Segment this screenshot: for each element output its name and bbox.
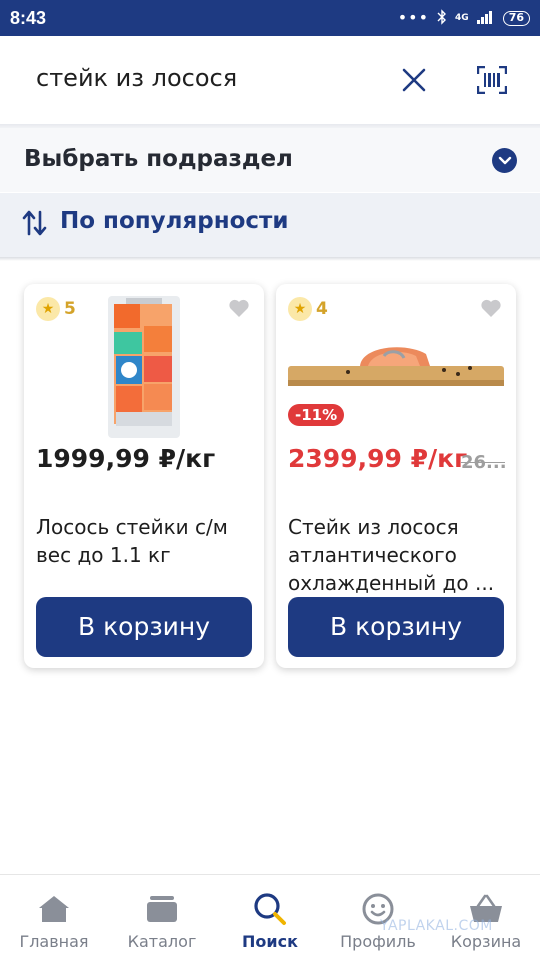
bottom-navigation: Главная Каталог Поиск Профиль Корзина (0, 874, 540, 960)
price: 1999,99 ₽/кг (36, 444, 216, 473)
add-to-cart-button[interactable]: В корзину (36, 597, 252, 657)
subsection-selector[interactable]: Выбрать подраздел (0, 128, 540, 192)
rating: ★ 4 (288, 297, 328, 321)
product-image[interactable] (108, 296, 180, 438)
nav-label: Поиск (242, 932, 298, 951)
catalog-icon (146, 891, 178, 927)
old-price: 26... (461, 452, 505, 473)
nav-label: Каталог (127, 932, 197, 951)
status-time: 8:43 (10, 7, 47, 28)
rating-value: 4 (316, 299, 328, 319)
product-card[interactable]: ★ 5 1999,99 ₽/кг Лосось стейки с/м вес д… (24, 284, 264, 668)
heart-icon[interactable] (480, 298, 502, 322)
subsection-label: Выбрать подраздел (24, 146, 293, 172)
nav-item-home[interactable]: Главная (0, 875, 108, 960)
product-name[interactable]: Лосось стейки с/м вес до 1.1 кг (36, 513, 258, 569)
status-icons: ••• 4G 76 (397, 8, 530, 28)
close-icon[interactable] (396, 62, 432, 98)
rating: ★ 5 (36, 297, 76, 321)
add-to-cart-button[interactable]: В корзину (288, 597, 504, 657)
sort-arrows-icon (22, 209, 48, 241)
chevron-down-icon[interactable] (492, 148, 517, 173)
search-bar: стейк из лосося (0, 36, 540, 124)
nav-label: Корзина (450, 932, 522, 951)
nav-item-search[interactable]: Поиск (216, 875, 324, 960)
home-icon (38, 891, 70, 927)
product-name[interactable]: Стейк из лосося атлантического охлажденн… (288, 513, 510, 597)
star-icon: ★ (36, 297, 60, 321)
network-type: 4G (455, 13, 469, 23)
sort-label: По популярности (60, 208, 289, 234)
status-bar: 8:43 ••• 4G 76 (0, 0, 540, 36)
product-card[interactable]: ★ 4 -11% 2399,99 ₽/кг 26... Стейк из лос… (276, 284, 516, 668)
nav-item-catalog[interactable]: Каталог (108, 875, 216, 960)
watermark: YAPLAKAL.COM (380, 918, 493, 934)
barcode-scan-icon[interactable] (474, 62, 510, 98)
star-icon: ★ (288, 297, 312, 321)
discount-badge: -11% (288, 404, 345, 426)
bluetooth-icon (437, 8, 447, 28)
product-image[interactable] (288, 340, 504, 392)
sort-selector[interactable]: По популярности (0, 193, 540, 257)
sale-price: 2399,99 ₽/кг (288, 444, 468, 473)
nav-label: Главная (19, 932, 89, 951)
signal-icon (476, 10, 495, 27)
search-input[interactable]: стейк из лосося (36, 64, 237, 92)
more-dots-icon: ••• (397, 8, 430, 27)
rating-value: 5 (64, 299, 76, 319)
sort-divider (0, 257, 540, 261)
search-icon (253, 891, 287, 927)
heart-icon[interactable] (228, 298, 250, 322)
nav-label: Профиль (340, 932, 416, 951)
battery-indicator: 76 (502, 10, 530, 26)
